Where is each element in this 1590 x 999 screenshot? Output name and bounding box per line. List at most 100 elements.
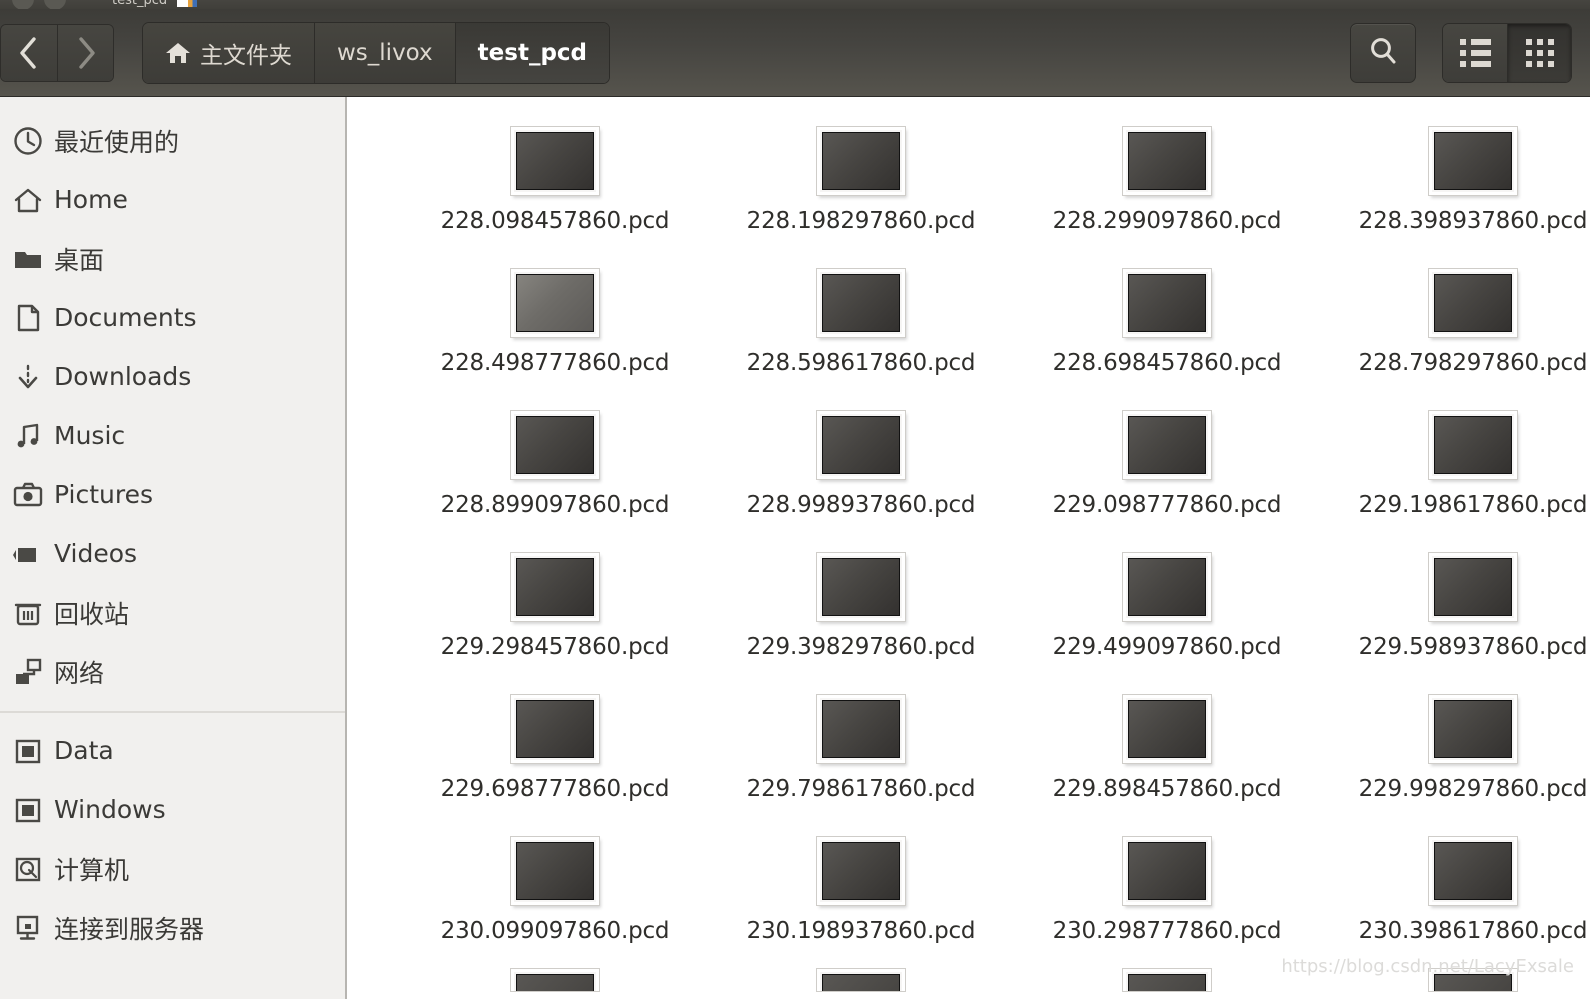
list-view-button[interactable] [1443, 23, 1507, 82]
search-icon [1367, 35, 1399, 71]
file-item[interactable]: 229.098777860.pcd [1014, 401, 1320, 543]
file-item[interactable]: 228.698457860.pcd [1014, 259, 1320, 401]
breadcrumb-item-ws-livox[interactable]: ws_livox [314, 22, 455, 83]
sidebar-item-label: Videos [54, 539, 138, 568]
drive-icon [2, 795, 54, 825]
sidebar-item-label: Windows [54, 795, 166, 824]
window-controls [12, 0, 66, 9]
file-name-label: 228.098457860.pcd [440, 208, 670, 234]
file-item[interactable]: 228.798297860.pcd [1320, 259, 1590, 401]
computer-disk-icon [2, 854, 54, 884]
file-item[interactable]: 229.198617860.pcd [1320, 401, 1590, 543]
file-thumbnail-icon [816, 268, 906, 338]
sidebar-item-documents[interactable]: Documents [0, 288, 345, 347]
camera-icon [2, 480, 54, 510]
view-mode-buttons [1442, 22, 1572, 83]
window-titlebar-sliver: test_pcd [0, 0, 1590, 9]
folder-icon [2, 244, 54, 274]
file-name-label: 229.798617860.pcd [746, 776, 976, 802]
sidebar-item-downloads[interactable]: Downloads [0, 347, 345, 406]
trash-icon [2, 598, 54, 628]
file-thumbnail-icon [1428, 410, 1518, 480]
file-name-label: 230.398617860.pcd [1358, 918, 1588, 944]
grid-view-button[interactable] [1507, 23, 1571, 82]
list-view-icon [1459, 38, 1491, 67]
home-icon [165, 41, 191, 65]
file-grid-view[interactable]: 228.098457860.pcd 228.198297860.pcd 228.… [347, 97, 1590, 999]
file-item[interactable] [1014, 968, 1320, 992]
file-item[interactable]: 230.298777860.pcd [1014, 827, 1320, 969]
sidebar-item-connect-to-server[interactable]: 连接到服务器 [0, 898, 345, 957]
breadcrumb: 主文件夹 ws_livox test_pcd [142, 21, 611, 84]
file-item[interactable]: 229.698777860.pcd [402, 685, 708, 827]
file-item[interactable] [708, 968, 1014, 992]
sidebar-item-music[interactable]: Music [0, 406, 345, 465]
home-icon [2, 185, 54, 215]
sidebar-item-windows[interactable]: Windows [0, 780, 345, 839]
file-name-label: 229.898457860.pcd [1052, 776, 1282, 802]
music-icon [2, 421, 54, 451]
back-button[interactable] [1, 24, 57, 81]
file-item[interactable] [402, 968, 708, 992]
sidebar-item-label: 回收站 [54, 599, 130, 629]
file-thumbnail-icon [510, 552, 600, 622]
sidebar-item-home[interactable]: Home [0, 170, 345, 229]
file-item[interactable]: 229.798617860.pcd [708, 685, 1014, 827]
breadcrumb-label: ws_livox [337, 39, 433, 66]
file-thumbnail-icon [816, 552, 906, 622]
file-thumbnail-icon [510, 410, 600, 480]
breadcrumb-item-test-pcd[interactable]: test_pcd [454, 22, 610, 83]
file-item[interactable]: 229.398297860.pcd [708, 543, 1014, 685]
file-item[interactable]: 228.299097860.pcd [1014, 117, 1320, 259]
file-item[interactable]: 229.598937860.pcd [1320, 543, 1590, 685]
file-name-label: 230.198937860.pcd [746, 918, 976, 944]
file-item[interactable]: 228.899097860.pcd [402, 401, 708, 543]
window-control-maximize[interactable] [44, 0, 66, 9]
sidebar-item-data[interactable]: Data [0, 721, 345, 780]
file-item[interactable]: 228.998937860.pcd [708, 401, 1014, 543]
sidebar-item-desktop[interactable]: 桌面 [0, 229, 345, 288]
file-item[interactable]: 229.898457860.pcd [1014, 685, 1320, 827]
breadcrumb-item-home[interactable]: 主文件夹 [143, 22, 314, 83]
file-item[interactable]: 228.198297860.pcd [708, 117, 1014, 259]
file-thumbnail-icon [1122, 694, 1212, 764]
file-thumbnail-icon [816, 694, 906, 764]
file-thumbnail-icon [1428, 836, 1518, 906]
file-item[interactable]: 229.298457860.pcd [402, 543, 708, 685]
file-thumbnail-icon [1122, 836, 1212, 906]
navigation-buttons [0, 23, 114, 82]
file-thumbnail-icon [816, 126, 906, 196]
file-item[interactable]: 228.398937860.pcd [1320, 117, 1590, 259]
file-item[interactable]: 228.598617860.pcd [708, 259, 1014, 401]
video-icon [2, 539, 54, 569]
file-name-label: 228.798297860.pcd [1358, 350, 1588, 376]
forward-button[interactable] [57, 24, 113, 81]
file-name-label: 230.298777860.pcd [1052, 918, 1282, 944]
file-item[interactable]: 228.498777860.pcd [402, 259, 708, 401]
sidebar-item-trash[interactable]: 回收站 [0, 583, 345, 642]
sidebar-item-network[interactable]: 网络 [0, 642, 345, 701]
file-item[interactable]: 230.198937860.pcd [708, 827, 1014, 969]
sidebar-item-computer[interactable]: 计算机 [0, 839, 345, 898]
file-name-label: 229.098777860.pcd [1052, 492, 1282, 518]
sidebar-item-label: Pictures [54, 480, 153, 509]
download-icon [2, 362, 54, 392]
window-control-minimize[interactable] [12, 0, 34, 9]
file-thumbnail-icon [816, 836, 906, 906]
file-item[interactable]: 230.099097860.pcd [402, 827, 708, 969]
file-thumbnail-icon [1428, 694, 1518, 764]
file-name-label: 228.598617860.pcd [746, 350, 976, 376]
file-item[interactable]: 228.098457860.pcd [402, 117, 708, 259]
file-thumbnail-icon [1122, 410, 1212, 480]
sidebar-item-recent[interactable]: 最近使用的 [0, 111, 345, 170]
sidebar-item-label: Data [54, 736, 114, 765]
search-button[interactable] [1350, 22, 1416, 83]
toolbar: 主文件夹 ws_livox test_pcd [0, 9, 1590, 97]
file-name-label: 229.598937860.pcd [1358, 634, 1588, 660]
sidebar-item-pictures[interactable]: Pictures [0, 465, 345, 524]
file-item[interactable]: 230.398617860.pcd [1320, 827, 1590, 969]
file-item[interactable]: 229.499097860.pcd [1014, 543, 1320, 685]
sidebar-item-videos[interactable]: Videos [0, 524, 345, 583]
file-item[interactable]: 229.998297860.pcd [1320, 685, 1590, 827]
file-item[interactable] [1320, 968, 1590, 992]
